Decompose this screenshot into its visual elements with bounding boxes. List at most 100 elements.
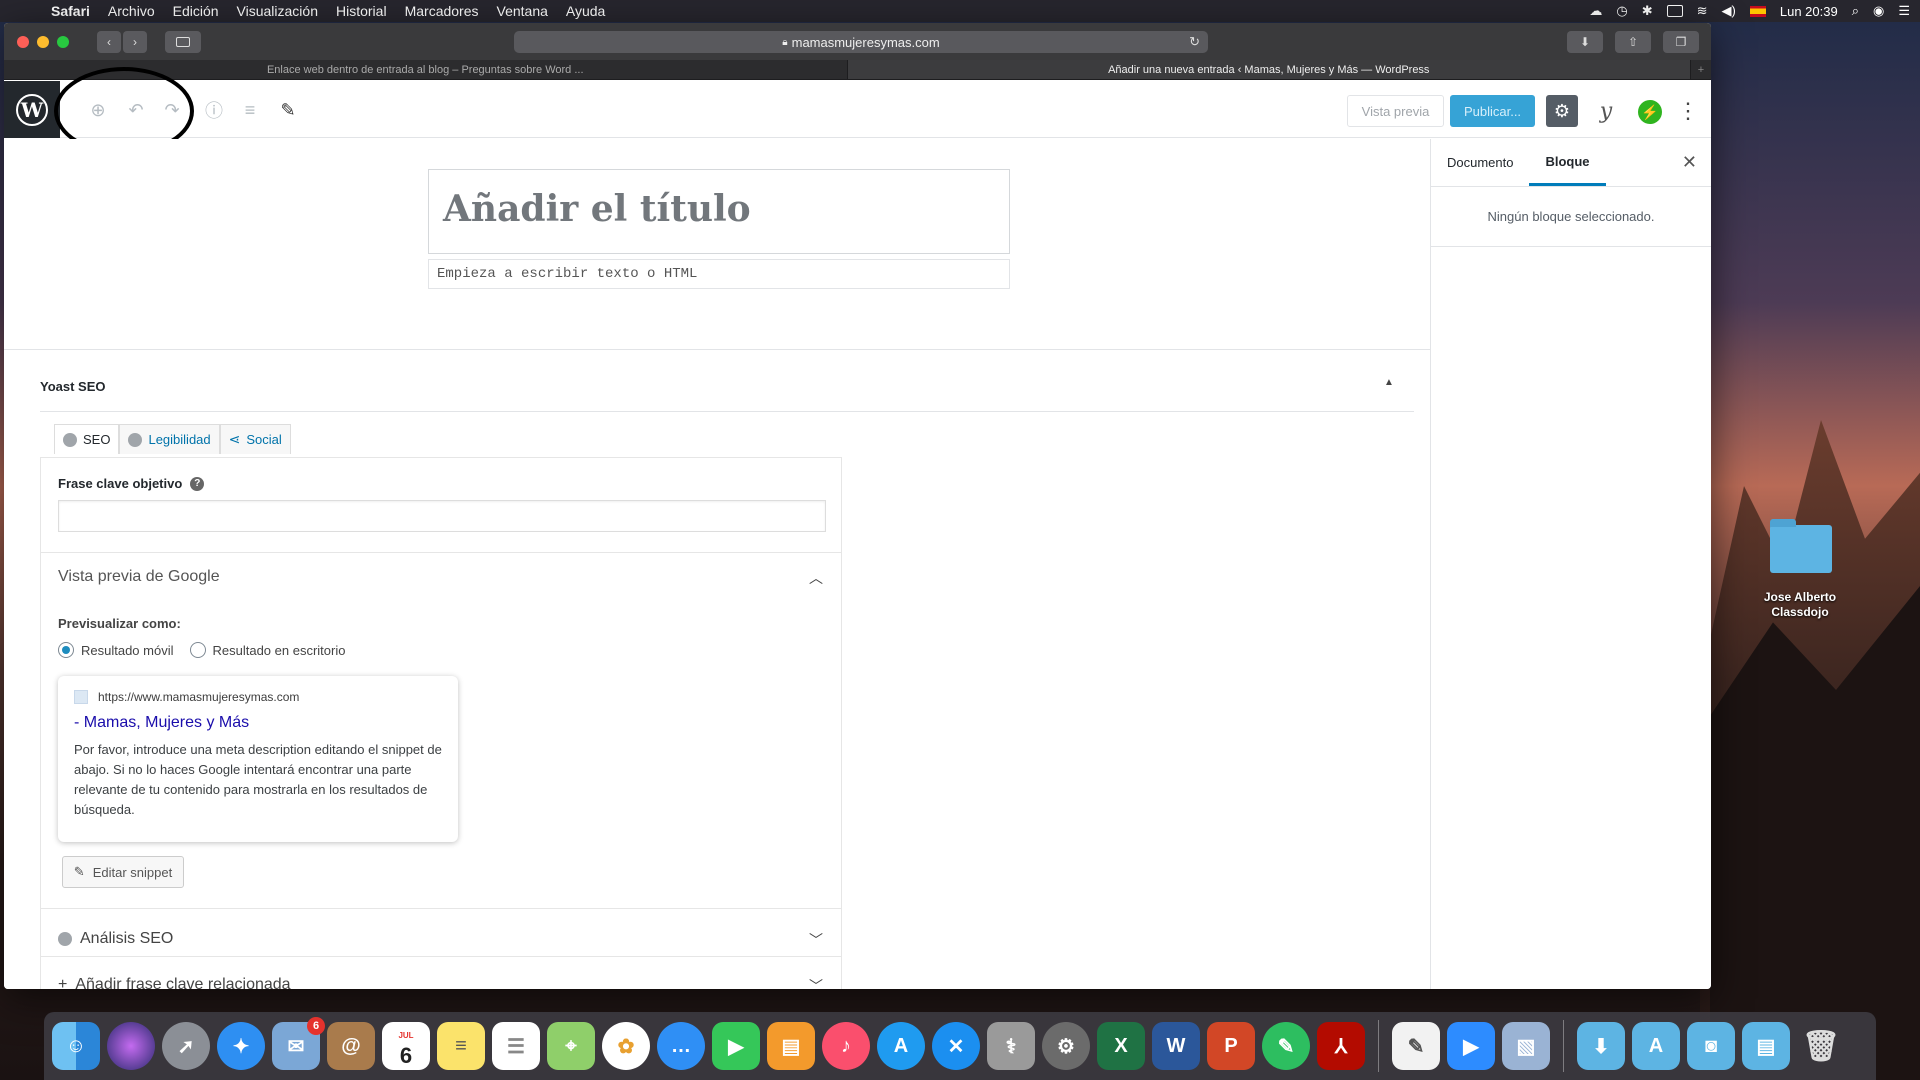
menu-archivo[interactable]: Archivo (99, 3, 164, 19)
siri-icon[interactable]: ◉ (1873, 3, 1884, 19)
sidebar-toggle-button[interactable] (165, 30, 201, 53)
address-bar[interactable]: 🔒︎ mamasmujeresymas.com ↻ (514, 31, 1208, 53)
reload-icon[interactable]: ↻ (1189, 34, 1200, 50)
time-machine-icon[interactable]: ◷ (1616, 3, 1627, 19)
wifi-icon[interactable]: ≋ (1697, 3, 1708, 19)
radio-desktop-button[interactable] (189, 642, 206, 658)
downloads-button[interactable]: ⬇ (1567, 31, 1603, 53)
finder-icon[interactable]: ☺ (52, 1022, 100, 1070)
radio-mobile-button[interactable] (58, 642, 74, 658)
safari-icon[interactable]: ✦ (217, 1022, 265, 1070)
facetime-icon[interactable]: ▶ (712, 1022, 760, 1070)
acrobat-icon[interactable]: ⅄ (1317, 1022, 1365, 1070)
close-window-button[interactable] (17, 35, 29, 48)
post-title-input[interactable]: Añadir el título (428, 169, 1010, 254)
jetpack-icon[interactable]: ⚡ (1638, 100, 1662, 124)
textedit-icon[interactable]: ✎ (1392, 1022, 1440, 1070)
applications-folder-icon[interactable]: A (1632, 1022, 1680, 1070)
battery-icon[interactable] (1666, 5, 1683, 17)
disk-utility-icon[interactable]: ⚕ (987, 1022, 1035, 1070)
tab-document[interactable]: Documento (1431, 139, 1529, 186)
yoast-icon[interactable]: y (1594, 95, 1618, 127)
trash-icon[interactable]: 🗑︎ (1797, 1022, 1845, 1070)
google-snippet-preview[interactable]: https://www.mamasmujeresymas.com - Mamas… (58, 676, 458, 842)
powerpoint-icon[interactable]: P (1207, 1022, 1255, 1070)
system-preferences-icon[interactable]: ⚙ (1042, 1022, 1090, 1070)
menu-edicion[interactable]: Edición (164, 3, 228, 19)
share-button[interactable]: ⇧ (1615, 31, 1651, 53)
menu-visualizacion[interactable]: Visualización (228, 3, 327, 19)
tab-seo[interactable]: SEO (54, 424, 120, 454)
publish-button[interactable]: Publicar... (1450, 95, 1535, 127)
menu-historial[interactable]: Historial (327, 3, 396, 19)
bluetooth-icon[interactable]: ✱ (1642, 3, 1653, 19)
maps-icon[interactable]: ⌖ (547, 1022, 595, 1070)
radio-mobile[interactable]: Resultado móvil (58, 642, 174, 658)
settings-gear-icon[interactable]: ⚙ (1546, 95, 1578, 127)
excel-icon[interactable]: X (1097, 1022, 1145, 1070)
zoom-icon[interactable]: ▶ (1447, 1022, 1495, 1070)
reminders-icon[interactable]: ☰ (492, 1022, 540, 1070)
tab-wordpress-new-post[interactable]: Añadir una nueva entrada ‹ Mamas, Mujere… (847, 60, 1691, 79)
messages-icon[interactable]: … (657, 1022, 705, 1070)
folder-icon[interactable] (1770, 519, 1832, 573)
minimize-window-button[interactable] (37, 35, 49, 48)
preview-button[interactable]: Vista previa (1347, 95, 1444, 127)
spotlight-search-icon[interactable]: ⌕ (1852, 3, 1859, 19)
evernote-icon[interactable]: ✎ (1262, 1022, 1310, 1070)
downloads-folder-icon[interactable]: ⬇ (1577, 1022, 1625, 1070)
google-preview-heading[interactable]: Vista previa de Google (58, 568, 220, 586)
new-tab-button[interactable]: + (1691, 60, 1711, 79)
edit-snippet-button[interactable]: ✎ Editar snippet (62, 856, 184, 888)
screenshots-folder-icon[interactable]: ◙ (1687, 1022, 1735, 1070)
books-icon[interactable]: ▤ (767, 1022, 815, 1070)
focus-keyphrase-input[interactable] (58, 500, 826, 532)
photos-icon[interactable]: ✿ (602, 1022, 650, 1070)
post-content-input[interactable]: Empieza a escribir texto o HTML (428, 259, 1010, 289)
seo-analysis-row[interactable]: Análisis SEO (58, 930, 173, 948)
content-info-icon[interactable]: ⓘ (202, 98, 226, 122)
launchpad-icon[interactable]: ➚ (162, 1022, 210, 1070)
more-options-icon[interactable]: ⋮ (1677, 95, 1699, 127)
volume-icon[interactable]: ◀) (1722, 3, 1736, 19)
tab-readability[interactable]: Legibilidad (119, 424, 220, 454)
block-navigation-icon[interactable]: ≡ (238, 98, 262, 122)
zoom-window-button[interactable] (57, 35, 69, 48)
wordpress-logo-button[interactable]: W (4, 81, 60, 138)
menu-ayuda[interactable]: Ayuda (557, 3, 614, 19)
radio-desktop[interactable]: Resultado en escritorio (189, 642, 345, 658)
notes-icon[interactable]: ≡ (437, 1022, 485, 1070)
documents-folder-icon[interactable]: ▤ (1742, 1022, 1790, 1070)
preview-icon[interactable]: ▧ (1502, 1022, 1550, 1070)
close-icon[interactable]: ✕ (1682, 152, 1697, 173)
xcode-icon[interactable]: ✕ (932, 1022, 980, 1070)
menu-marcadores[interactable]: Marcadores (396, 3, 488, 19)
help-icon[interactable]: ? (190, 476, 205, 491)
edit-mode-pencil-icon[interactable]: ✎ (276, 98, 300, 122)
tab-block[interactable]: Bloque (1529, 139, 1606, 186)
related-keyphrase-row[interactable]: + Añadir frase clave relacionada (58, 976, 291, 989)
app-store-icon[interactable]: A (877, 1022, 925, 1070)
chevron-down-icon[interactable]: ﹀ (809, 976, 823, 989)
tab-social[interactable]: ⋖ Social (219, 424, 291, 454)
menu-clock[interactable]: Lun 20:39 (1780, 4, 1838, 19)
collapse-caret-icon[interactable]: ▲ (1384, 377, 1394, 388)
siri-icon[interactable] (107, 1022, 155, 1070)
desktop-folder-label[interactable]: Jose Alberto Classdojo (1740, 590, 1860, 620)
notification-center-icon[interactable]: ☰ (1898, 3, 1910, 19)
forward-button[interactable]: › (123, 30, 147, 53)
contacts-icon[interactable]: @ (327, 1022, 375, 1070)
creative-cloud-icon[interactable]: ☁ (1589, 3, 1602, 19)
chevron-down-icon[interactable]: ﹀ (809, 930, 823, 950)
yoast-panel-heading[interactable]: Yoast SEO (40, 379, 106, 394)
calendar-icon[interactable]: JUL 6 (382, 1022, 430, 1070)
input-source-flag-icon[interactable] (1749, 5, 1766, 17)
menu-ventana[interactable]: Ventana (488, 3, 557, 19)
word-icon[interactable]: W (1152, 1022, 1200, 1070)
menu-app-name[interactable]: Safari (42, 3, 99, 19)
back-button[interactable]: ‹ (97, 30, 121, 53)
music-icon[interactable]: ♪ (822, 1022, 870, 1070)
mail-icon[interactable]: ✉ 6 (272, 1017, 325, 1070)
chevron-up-icon[interactable]: ︿ (809, 568, 823, 588)
tab-overview-button[interactable]: ❐ (1663, 31, 1699, 53)
